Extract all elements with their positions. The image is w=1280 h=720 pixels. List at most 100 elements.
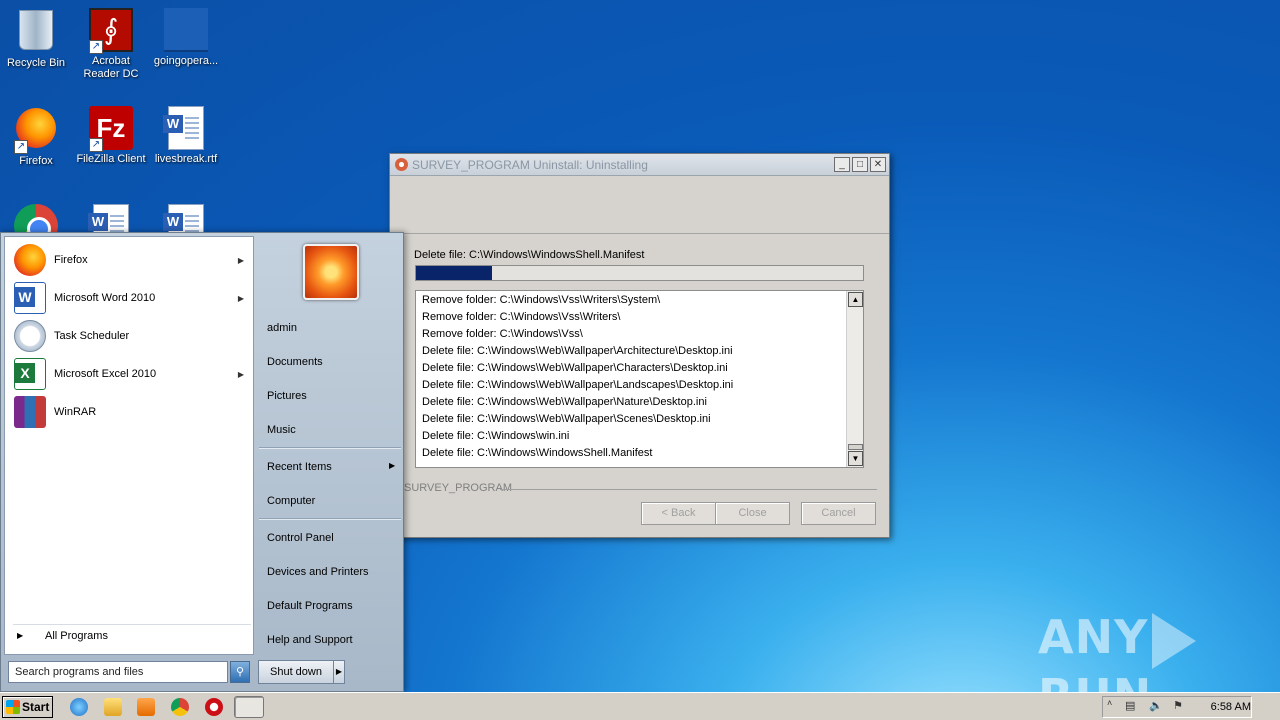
separator (259, 447, 401, 448)
taskbar: Start ˄ ▤ 🔈 ⚑ 6:58 AM (0, 692, 1280, 720)
start-menu-programs: Firefox ▶ Microsoft Word 2010 ▶ Task Sch… (4, 236, 254, 655)
opera-icon[interactable] (205, 698, 223, 716)
watermark-left: ANY (1038, 610, 1149, 664)
chrome-icon[interactable] (171, 698, 189, 716)
maximize-button[interactable]: □ (852, 157, 868, 172)
branding-divider (500, 489, 877, 490)
program-label: Microsoft Word 2010 (54, 292, 156, 304)
clock[interactable]: 6:58 AM (1211, 701, 1251, 713)
log-line: Delete file: C:\Windows\win.ini (422, 430, 570, 442)
search-icon[interactable]: ⚲ (230, 661, 250, 683)
internet-explorer-icon[interactable] (70, 698, 88, 716)
link-help-support[interactable]: Help and Support (267, 634, 353, 646)
log-scrollbar[interactable]: ▲ ▼ (846, 291, 863, 467)
log-line: Remove folder: C:\Windows\Vss\Writers\Sy… (422, 294, 661, 306)
show-hidden-icons-icon[interactable]: ˄ (1107, 698, 1112, 708)
installer-icon (395, 158, 408, 171)
expand-arrow-icon: ▶ (17, 631, 24, 640)
link-user[interactable]: admin (267, 322, 297, 334)
explorer-folder-icon[interactable] (104, 698, 122, 716)
link-control-panel[interactable]: Control Panel (267, 532, 334, 544)
submenu-arrow-icon: ▶ (237, 369, 244, 379)
details-log[interactable]: Remove folder: C:\Windows\Vss\Writers\Sy… (415, 290, 864, 468)
program-word[interactable]: Microsoft Word 2010 ▶ (9, 280, 252, 316)
log-line: Remove folder: C:\Windows\Vss\ (422, 328, 583, 340)
separator (259, 518, 401, 519)
back-button[interactable]: < Back (641, 502, 716, 525)
shutdown-button[interactable]: Shut down (258, 660, 334, 684)
excel-icon (14, 358, 46, 390)
desktop-icon-recycle-bin[interactable]: Recycle Bin (0, 8, 72, 70)
desktop-icon-livesbreak[interactable]: livesbreak.rtf (150, 106, 222, 166)
recycle-bin-icon (14, 10, 58, 54)
word-document-icon (163, 106, 208, 150)
link-documents[interactable]: Documents (267, 356, 323, 368)
firefox-icon (14, 244, 46, 276)
desktop-icon-label: livesbreak.rtf (154, 153, 218, 165)
start-menu: Firefox ▶ Microsoft Word 2010 ▶ Task Sch… (0, 232, 404, 692)
shutdown-options-icon[interactable]: ▶ (333, 660, 345, 684)
window-title: SURVEY_PROGRAM Uninstall: Uninstalling (412, 158, 648, 172)
desktop-icon-label: Acrobat Reader DC (83, 55, 139, 80)
link-default-programs[interactable]: Default Programs (267, 600, 353, 612)
title-bar[interactable]: SURVEY_PROGRAM Uninstall: Uninstalling _… (390, 154, 889, 176)
scroll-down-icon[interactable]: ▼ (848, 451, 863, 466)
log-line: Delete file: C:\Windows\Web\Wallpaper\Ch… (422, 362, 728, 374)
start-search-input[interactable]: Search programs and files (8, 661, 228, 683)
start-menu-links: admin Documents Pictures Music Recent It… (255, 236, 402, 655)
link-pictures[interactable]: Pictures (267, 390, 307, 402)
log-line: Delete file: C:\Windows\WindowsShell.Man… (422, 447, 653, 459)
close-window-button[interactable]: ✕ (870, 157, 886, 172)
task-scheduler-icon (14, 320, 46, 352)
firefox-icon: ↗ (14, 108, 58, 154)
network-icon[interactable]: ▤ (1125, 699, 1135, 712)
link-devices-printers[interactable]: Devices and Printers (267, 566, 369, 578)
scroll-up-icon[interactable]: ▲ (848, 292, 863, 307)
window-header-area (390, 176, 889, 234)
program-label: WinRAR (54, 406, 97, 418)
link-computer[interactable]: Computer (267, 495, 315, 507)
program-label: Task Scheduler (54, 330, 130, 342)
log-line: Delete file: C:\Windows\Web\Wallpaper\Sc… (422, 413, 711, 425)
log-line: Delete file: C:\Windows\Web\Wallpaper\La… (422, 379, 734, 391)
desktop-icon-acrobat[interactable]: ⨕ ↗ Acrobat Reader DC (75, 8, 147, 81)
desktop-icon-goingopera[interactable]: goingopera... (150, 8, 222, 68)
media-player-icon[interactable] (137, 698, 155, 716)
program-firefox[interactable]: Firefox ▶ (9, 242, 252, 278)
file-icon (164, 8, 208, 52)
minimize-button[interactable]: _ (834, 157, 850, 172)
acrobat-icon: ⨕ ↗ (89, 8, 133, 54)
progress-bar (415, 265, 864, 281)
program-task-scheduler[interactable]: Task Scheduler (9, 318, 252, 354)
start-button[interactable]: Start (2, 696, 53, 718)
link-music[interactable]: Music (267, 424, 296, 436)
word-icon (14, 282, 46, 314)
link-recent-items[interactable]: Recent Items (267, 461, 332, 473)
close-button[interactable]: Close (715, 502, 790, 525)
progress-fill (416, 266, 492, 280)
uninstaller-window: SURVEY_PROGRAM Uninstall: Uninstalling _… (389, 153, 890, 538)
log-line: Delete file: C:\Windows\Web\Wallpaper\Na… (422, 396, 707, 408)
play-logo-icon (1152, 612, 1197, 669)
program-excel[interactable]: Microsoft Excel 2010 ▶ (9, 356, 252, 392)
desktop-icon-firefox[interactable]: ↗ Firefox (0, 106, 72, 168)
taskbar-uninstaller-button[interactable] (234, 696, 264, 718)
desktop-icon-label: FileZilla Client (76, 153, 146, 165)
program-label: Firefox (54, 254, 88, 266)
start-label: Start (22, 700, 50, 714)
scroll-thumb[interactable] (848, 444, 863, 450)
desktop-icon-label: goingopera... (153, 55, 219, 67)
desktop-icon-filezilla[interactable]: Fz ↗ FileZilla Client (75, 106, 147, 166)
submenu-arrow-icon: ▶ (237, 255, 244, 265)
filezilla-icon: Fz ↗ (89, 106, 133, 152)
program-winrar[interactable]: WinRAR (9, 394, 252, 430)
user-avatar[interactable] (303, 244, 359, 300)
desktop-icon-label: Firefox (19, 155, 53, 167)
winrar-icon (14, 396, 46, 428)
desktop-icon-label: Recycle Bin (6, 57, 66, 69)
cancel-button[interactable]: Cancel (801, 502, 876, 525)
all-programs-button[interactable]: ▶ All Programs (13, 624, 251, 646)
volume-icon[interactable]: 🔈 (1149, 699, 1163, 712)
program-label: Microsoft Excel 2010 (54, 368, 157, 380)
action-center-flag-icon[interactable]: ⚑ (1173, 699, 1183, 712)
